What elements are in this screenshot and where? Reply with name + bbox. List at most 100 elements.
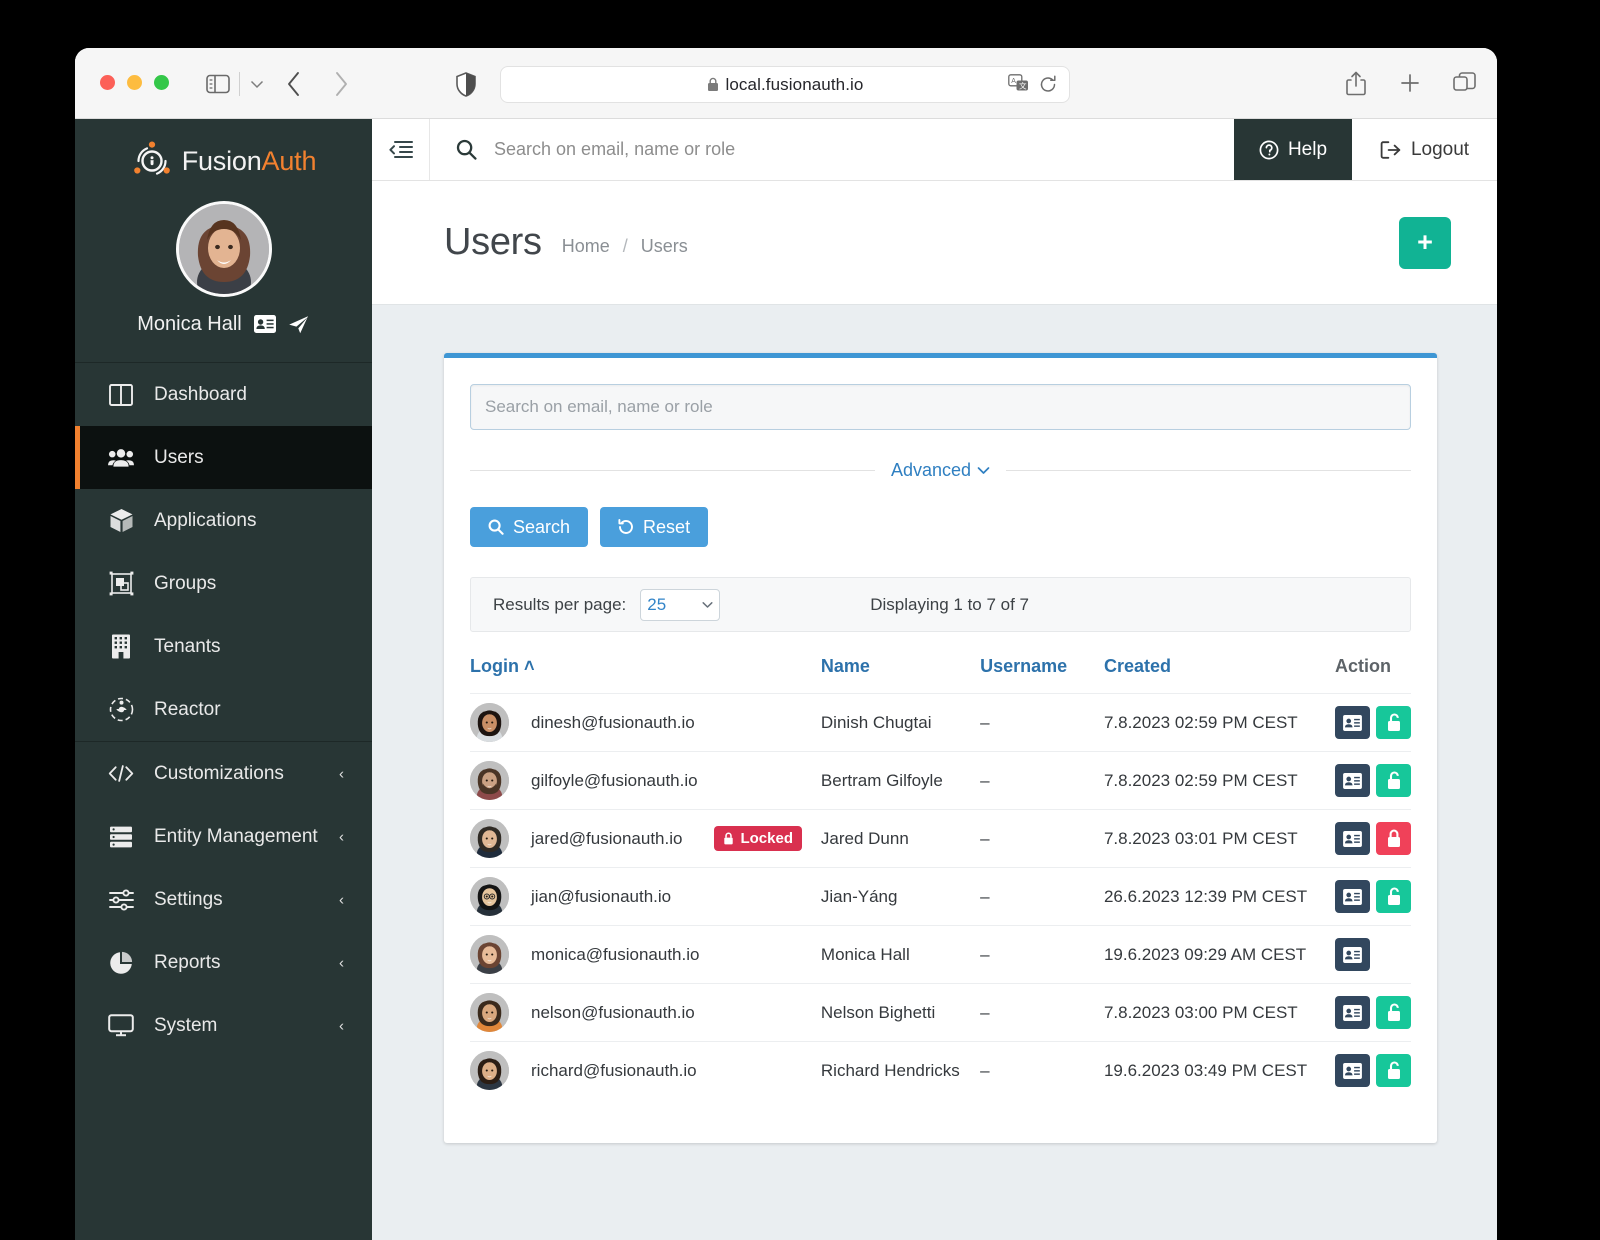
chevron-left-icon: ‹ bbox=[339, 891, 344, 908]
avatar[interactable] bbox=[175, 201, 272, 297]
table-row[interactable]: nelson@fusionauth.io Nelson Bighetti – 7… bbox=[470, 983, 1411, 1042]
id-card-icon[interactable] bbox=[253, 314, 276, 335]
url-bar[interactable]: local.fusionauth.io A 文 bbox=[500, 66, 1070, 103]
results-per-page-select[interactable]: 25 bbox=[640, 588, 721, 621]
sidebar-item-entity-management[interactable]: Entity Management ‹ bbox=[75, 805, 372, 868]
sidebar-item-reports[interactable]: Reports ‹ bbox=[75, 931, 372, 994]
forward-button[interactable] bbox=[328, 69, 354, 99]
table-row[interactable]: gilfoyle@fusionauth.io Bertram Gilfoyle … bbox=[470, 751, 1411, 810]
table-row[interactable]: jian@fusionauth.io Jian-Yáng – 26.6.2023… bbox=[470, 867, 1411, 926]
send-icon[interactable] bbox=[288, 315, 310, 335]
unlock-user-button[interactable] bbox=[1376, 764, 1411, 797]
users-card: Advanced bbox=[444, 353, 1437, 1143]
new-tab-icon[interactable] bbox=[1397, 68, 1423, 98]
sidebar-item-groups[interactable]: Groups bbox=[75, 552, 372, 615]
cell-username: – bbox=[980, 1041, 1104, 1099]
chevron-down-icon[interactable] bbox=[247, 72, 267, 96]
cell-name: Nelson Bighetti bbox=[820, 983, 981, 1042]
column-header-username[interactable]: Username bbox=[980, 656, 1104, 694]
sidebar-item-label: Tenants bbox=[154, 635, 221, 657]
column-header-created[interactable]: Created bbox=[1104, 656, 1335, 694]
manage-icon bbox=[1343, 830, 1362, 847]
logout-button[interactable]: Logout bbox=[1352, 119, 1497, 180]
breadcrumb-item-users[interactable]: Users bbox=[641, 236, 688, 257]
column-header-login[interactable]: Login ˄ bbox=[470, 656, 821, 694]
sidebar-item-label: Reactor bbox=[154, 698, 221, 720]
manage-icon bbox=[1343, 1004, 1362, 1021]
cell-name: Richard Hendricks bbox=[820, 1041, 981, 1099]
content-area: Advanced bbox=[372, 305, 1497, 1240]
back-button[interactable] bbox=[281, 69, 307, 99]
manage-user-button[interactable] bbox=[1335, 880, 1370, 913]
pie-chart-icon bbox=[108, 950, 134, 976]
login-email[interactable]: monica@fusionauth.io bbox=[531, 945, 699, 965]
login-email[interactable]: jian@fusionauth.io bbox=[531, 887, 671, 907]
login-email[interactable]: dinesh@fusionauth.io bbox=[531, 713, 695, 733]
avatar[interactable] bbox=[470, 877, 509, 916]
maximize-window-button[interactable] bbox=[154, 75, 169, 90]
manage-user-button[interactable] bbox=[1335, 822, 1370, 855]
login-email[interactable]: nelson@fusionauth.io bbox=[531, 1003, 695, 1023]
search-input[interactable] bbox=[494, 139, 1195, 160]
cell-created: 7.8.2023 03:00 PM CEST bbox=[1103, 983, 1335, 1042]
manage-user-button[interactable] bbox=[1335, 1054, 1370, 1087]
brand-logo-area[interactable]: FusionAuth bbox=[75, 119, 372, 191]
breadcrumb-item-home[interactable]: Home bbox=[562, 236, 610, 257]
avatar[interactable] bbox=[470, 703, 509, 742]
unlock-user-button[interactable] bbox=[1376, 1054, 1411, 1087]
cell-action bbox=[1335, 751, 1411, 810]
advanced-toggle[interactable]: Advanced bbox=[891, 460, 990, 481]
cell-login: dinesh@fusionauth.io bbox=[470, 693, 821, 752]
manage-user-button[interactable] bbox=[1335, 706, 1370, 739]
chevron-left-icon: ‹ bbox=[339, 954, 344, 971]
add-user-button[interactable]: + bbox=[1399, 216, 1451, 269]
sidebar-item-applications[interactable]: Applications bbox=[75, 489, 372, 552]
share-icon[interactable] bbox=[1343, 68, 1369, 98]
avatar[interactable] bbox=[470, 935, 509, 974]
login-email[interactable]: richard@fusionauth.io bbox=[531, 1061, 697, 1081]
sidebar-item-dashboard[interactable]: Dashboard bbox=[75, 363, 372, 426]
table-row[interactable]: richard@fusionauth.io Richard Hendricks … bbox=[470, 1041, 1411, 1099]
table-row[interactable]: dinesh@fusionauth.io Dinish Chugtai – 7.… bbox=[470, 693, 1411, 752]
help-button[interactable]: Help bbox=[1234, 119, 1352, 180]
sidebar-item-users[interactable]: Users bbox=[75, 426, 372, 489]
lock-user-button[interactable] bbox=[1376, 822, 1411, 855]
unlock-user-button[interactable] bbox=[1376, 996, 1411, 1029]
table-row[interactable]: jared@fusionauth.io Locked Jared Dunn – … bbox=[470, 809, 1411, 868]
unlock-user-button[interactable] bbox=[1376, 880, 1411, 913]
avatar[interactable] bbox=[470, 761, 509, 800]
sidebar-toggle-icon[interactable] bbox=[204, 70, 232, 98]
global-search[interactable] bbox=[430, 119, 1234, 180]
collapse-menu-icon[interactable] bbox=[372, 119, 430, 180]
sidebar-item-reactor[interactable]: Reactor bbox=[75, 678, 372, 741]
search-actions: Search Reset bbox=[470, 507, 1411, 547]
close-window-button[interactable] bbox=[100, 75, 115, 90]
tab-overview-icon[interactable] bbox=[1451, 68, 1477, 98]
manage-user-button[interactable] bbox=[1335, 764, 1370, 797]
login-email[interactable]: jared@fusionauth.io bbox=[531, 829, 682, 849]
avatar[interactable] bbox=[470, 819, 509, 858]
sidebar-item-system[interactable]: System ‹ bbox=[75, 994, 372, 1057]
manage-user-button[interactable] bbox=[1335, 996, 1370, 1029]
column-header-name[interactable]: Name bbox=[821, 656, 980, 694]
svg-text:文: 文 bbox=[1019, 81, 1027, 91]
minimize-window-button[interactable] bbox=[127, 75, 142, 90]
application-area: FusionAuth Monica Hall Dashboard Users A… bbox=[75, 119, 1497, 1240]
login-email[interactable]: gilfoyle@fusionauth.io bbox=[531, 771, 698, 791]
search-button[interactable]: Search bbox=[470, 507, 589, 547]
avatar[interactable] bbox=[470, 993, 509, 1032]
avatar[interactable] bbox=[470, 1051, 509, 1090]
user-search-input[interactable] bbox=[470, 384, 1411, 430]
sidebar-item-tenants[interactable]: Tenants bbox=[75, 615, 372, 678]
translate-icon[interactable]: A 文 bbox=[1008, 74, 1030, 96]
table-row[interactable]: monica@fusionauth.io Monica Hall – 19.6.… bbox=[470, 925, 1411, 984]
unlock-user-button[interactable] bbox=[1376, 706, 1411, 739]
reset-button[interactable]: Reset bbox=[600, 507, 709, 547]
sidebar-item-customizations[interactable]: Customizations ‹ bbox=[75, 742, 372, 805]
reload-icon[interactable] bbox=[1039, 75, 1059, 95]
manage-icon bbox=[1343, 1062, 1362, 1079]
shield-icon[interactable] bbox=[453, 70, 479, 98]
manage-user-button[interactable] bbox=[1335, 938, 1370, 971]
sidebar-item-settings[interactable]: Settings ‹ bbox=[75, 868, 372, 931]
sliders-icon bbox=[108, 887, 134, 913]
